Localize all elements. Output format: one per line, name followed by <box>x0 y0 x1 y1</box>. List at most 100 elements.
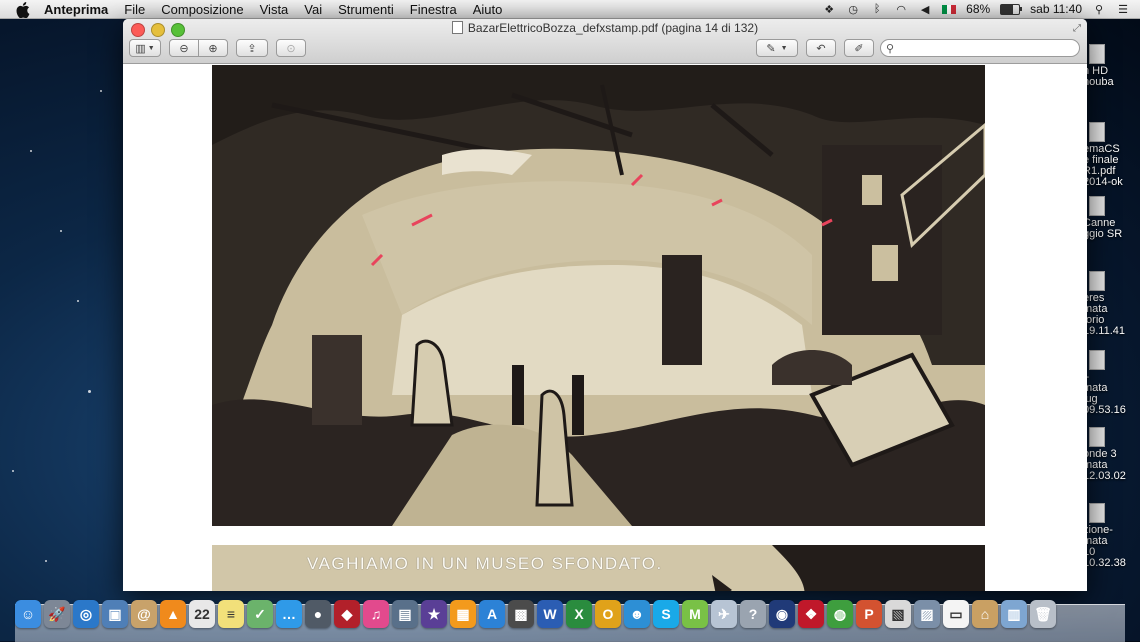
dock-word-icon[interactable]: W <box>537 600 563 628</box>
dock-home-folder-icon[interactable]: ⌂ <box>972 600 998 628</box>
dock-iphoto-icon[interactable]: ▤ <box>392 600 418 628</box>
desktop-file-label[interactable]: ères mata torio 19.11.41 <box>1083 293 1125 337</box>
find-button[interactable]: ⊙ <box>276 39 306 57</box>
menu-vai[interactable]: Vai <box>304 2 322 17</box>
desktop-file-label[interactable]: Canne ggio SR <box>1083 218 1122 240</box>
desktop-file-thumbnail[interactable] <box>1089 503 1105 523</box>
dock-launchpad-icon[interactable]: 🚀 <box>44 600 70 628</box>
battery-percent[interactable]: 68% <box>966 2 990 16</box>
desktop-file-label[interactable]: zione-mata 10 10.32.38 <box>1083 525 1126 569</box>
desktop-file-thumbnail[interactable] <box>1089 350 1105 370</box>
desktop-file-label[interactable]: i-matalug09.53.16 <box>1083 372 1126 416</box>
desktop-file-thumbnail[interactable] <box>1089 427 1105 447</box>
zoom-out-button[interactable]: ⊖ <box>169 39 199 57</box>
menu-finestra[interactable]: Finestra <box>410 2 457 17</box>
desktop-file-thumbnail[interactable] <box>1089 196 1105 216</box>
clock[interactable]: sab 11:40 <box>1030 2 1082 16</box>
desktop-file-label-line: 09.53.16 <box>1083 404 1126 416</box>
desktop-file-label[interactable]: n HD houba <box>1083 66 1114 88</box>
outlook-glyph: O <box>602 606 614 622</box>
desktop-file-thumbnail[interactable] <box>1089 44 1105 64</box>
dock-finder-icon[interactable]: ☺ <box>15 600 41 628</box>
menu-app-name[interactable]: Anteprima <box>44 2 108 17</box>
desktop-file-label-line: 12.03.02 <box>1083 470 1126 482</box>
photo-booth-glyph: ◆ <box>341 605 353 622</box>
dock-preview-icon[interactable]: ▣ <box>102 600 128 628</box>
dock-applications-folder-icon[interactable]: ▥ <box>1001 600 1027 628</box>
input-source-flag-icon[interactable] <box>942 4 957 14</box>
applications-folder-glyph: ▥ <box>1007 605 1021 622</box>
search-input[interactable] <box>898 41 1073 55</box>
menu-composizione[interactable]: Composizione <box>161 2 243 17</box>
time-machine-icon[interactable]: ◷ <box>846 3 860 16</box>
dock-outlook-icon[interactable]: O <box>595 600 621 628</box>
imovie-glyph: ★ <box>427 605 441 622</box>
dock-image-viewer-icon[interactable]: ▨ <box>914 600 940 628</box>
comic-panel-illustration <box>212 65 985 526</box>
dock-facetime-icon[interactable]: ● <box>305 600 331 628</box>
dock-vlc-icon[interactable]: ▲ <box>160 600 186 628</box>
rotate-icon: ↶ <box>816 42 826 55</box>
document-view[interactable]: VAGHIAMO IN UN MUSEO SFONDATO. <box>123 64 1087 591</box>
dock-ibooks-icon[interactable]: ▦ <box>450 600 476 628</box>
dock-items: ☺ 🚀 ◎ ▣ @ ▲ 22 ≡ ✓ … ● ◆ ♫ ▤ ★ ▦ A ▩ W X O ☻ S M ✈? ◉ ❖ ◍ P ▧ ▨ ▭ ⌂ ▥ 🗑 <box>15 600 1056 628</box>
messenger-glyph: ☻ <box>629 606 645 622</box>
sidebar-view-button[interactable]: ▥ ▼ <box>129 39 161 57</box>
dock-calendar-icon[interactable]: 22 <box>189 600 215 628</box>
volume-icon[interactable]: ◀ <box>918 3 932 16</box>
apple-menu-icon[interactable] <box>16 2 30 18</box>
window-titlebar[interactable]: BazarElettricoBozza_defxstamp.pdf (pagin… <box>123 19 1087 64</box>
dock-movistar-icon[interactable]: M <box>682 600 708 628</box>
share-button[interactable]: ⇪ <box>236 39 268 57</box>
dock-app-store-icon[interactable]: A <box>479 600 505 628</box>
dock-trash-icon[interactable]: 🗑 <box>1030 600 1056 628</box>
dock-imovie-icon[interactable]: ★ <box>421 600 447 628</box>
dock-maps-icon[interactable]: ✓ <box>247 600 273 628</box>
dock-excel-icon[interactable]: X <box>566 600 592 628</box>
dock-safari-icon[interactable]: ◎ <box>73 600 99 628</box>
safari-glyph: ◎ <box>79 605 93 622</box>
dock-chrome-icon[interactable]: ◍ <box>827 600 853 628</box>
menu-aiuto[interactable]: Aiuto <box>473 2 503 17</box>
desktop-file-thumbnail[interactable] <box>1089 271 1105 291</box>
menu-file[interactable]: File <box>124 2 145 17</box>
dock-powerpoint-icon[interactable]: P <box>856 600 882 628</box>
dock-photo-app-icon[interactable]: ❖ <box>798 600 824 628</box>
dock-document-icon[interactable]: ▭ <box>943 600 969 628</box>
dock-stickies-icon[interactable]: ▧ <box>885 600 911 628</box>
zoom-in-button[interactable]: ⊕ <box>198 39 228 57</box>
dock-messenger-icon[interactable]: ☻ <box>624 600 650 628</box>
dock-mission-control-icon[interactable]: ▩ <box>508 600 534 628</box>
spotlight-icon[interactable]: ⚲ <box>1092 3 1106 16</box>
menu-vista[interactable]: Vista <box>260 2 289 17</box>
search-field[interactable]: ⚲ <box>880 39 1080 57</box>
desktop-file-label[interactable]: onde 3 mata 12.03.02 <box>1083 449 1126 482</box>
sidebar-icon: ▥ <box>135 42 146 55</box>
fullscreen-icon[interactable]: ⤢ <box>1073 23 1081 34</box>
desktop-file-thumbnail[interactable] <box>1089 122 1105 142</box>
dock-itunes-icon[interactable]: ♫ <box>363 600 389 628</box>
rotate-button[interactable]: ↶ <box>806 39 836 57</box>
maps-glyph: ✓ <box>254 605 266 622</box>
magnifier-icon: ⊙ <box>286 42 296 55</box>
battery-icon[interactable] <box>1000 3 1023 15</box>
zoom-out-icon: ⊖ <box>179 42 189 55</box>
bluetooth-icon[interactable]: ᛒ <box>870 3 884 15</box>
markup-tools-button[interactable]: ✎ ▼ <box>756 39 798 57</box>
wifi-icon[interactable]: ◠ <box>894 3 908 16</box>
annotate-button[interactable]: ✐ <box>844 39 874 57</box>
dock-photo-booth-icon[interactable]: ◆ <box>334 600 360 628</box>
calendar-glyph: 22 <box>194 606 210 622</box>
dropbox-icon[interactable]: ❖ <box>822 3 836 16</box>
dock-utility-icon[interactable]: ✈ <box>711 600 737 628</box>
dock-notes-icon[interactable]: ≡ <box>218 600 244 628</box>
search-icon: ⚲ <box>886 42 895 55</box>
dock-skype-icon[interactable]: S <box>653 600 679 628</box>
dock-help-icon[interactable]: ? <box>740 600 766 628</box>
menu-strumenti[interactable]: Strumenti <box>338 2 394 17</box>
desktop-file-label[interactable]: emaCS e finale R1.pdf 2014-ok <box>1083 144 1123 188</box>
dock-dvd-player-icon[interactable]: ◉ <box>769 600 795 628</box>
dock-contacts-icon[interactable]: @ <box>131 600 157 628</box>
dock-messages-icon[interactable]: … <box>276 600 302 628</box>
notification-center-icon[interactable]: ☰ <box>1116 3 1130 16</box>
